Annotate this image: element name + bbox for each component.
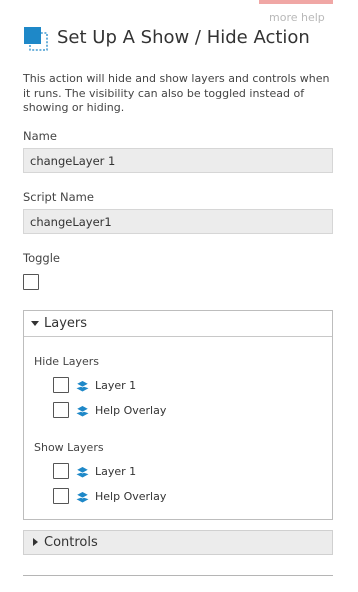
show-layer-row-layer-1: Layer 1: [53, 463, 253, 481]
bottom-divider: [23, 575, 333, 576]
hide-layer-row-help-overlay: Help Overlay: [53, 402, 253, 420]
hide-help-overlay-checkbox[interactable]: [53, 402, 69, 418]
layers-icon: [76, 466, 89, 478]
script-name-label: Script Name: [23, 190, 94, 204]
layers-icon: [76, 405, 89, 417]
show-layer-1-checkbox[interactable]: [53, 463, 69, 479]
layers-panel: Layers Hide Layers Layer 1 Help Overlay …: [23, 310, 333, 520]
toggle-label: Toggle: [23, 251, 60, 265]
show-hide-action-dialog: more help Set Up A Show / Hide Action Th…: [0, 0, 358, 592]
layers-panel-header[interactable]: Layers: [24, 311, 332, 337]
name-field[interactable]: [23, 148, 333, 173]
hide-layer-row-layer-1: Layer 1: [53, 377, 253, 395]
controls-panel-title: Controls: [44, 535, 98, 550]
name-label: Name: [23, 129, 57, 143]
hide-layer-1-checkbox[interactable]: [53, 377, 69, 393]
hide-layer-1-name: Layer 1: [95, 379, 137, 392]
show-layers-label: Show Layers: [34, 441, 104, 454]
show-hide-action-icon: [24, 27, 48, 51]
hide-layers-label: Hide Layers: [34, 355, 99, 368]
more-help-link[interactable]: more help: [269, 11, 325, 24]
show-help-overlay-checkbox[interactable]: [53, 488, 69, 504]
top-accent-bar: [259, 0, 333, 4]
show-layer-row-help-overlay: Help Overlay: [53, 488, 253, 506]
caret-right-icon: [33, 538, 38, 546]
page-title: Set Up A Show / Hide Action: [57, 27, 310, 48]
caret-down-icon: [31, 321, 39, 326]
script-name-field[interactable]: [23, 209, 333, 234]
show-layer-1-name: Layer 1: [95, 465, 137, 478]
toggle-checkbox[interactable]: [23, 274, 39, 290]
action-description: This action will hide and show layers an…: [23, 72, 330, 114]
layers-icon: [76, 491, 89, 503]
layers-panel-title: Layers: [44, 316, 88, 331]
hide-help-overlay-name: Help Overlay: [95, 404, 167, 417]
show-help-overlay-name: Help Overlay: [95, 490, 167, 503]
layers-icon: [76, 380, 89, 392]
controls-panel-header[interactable]: Controls: [23, 530, 333, 555]
